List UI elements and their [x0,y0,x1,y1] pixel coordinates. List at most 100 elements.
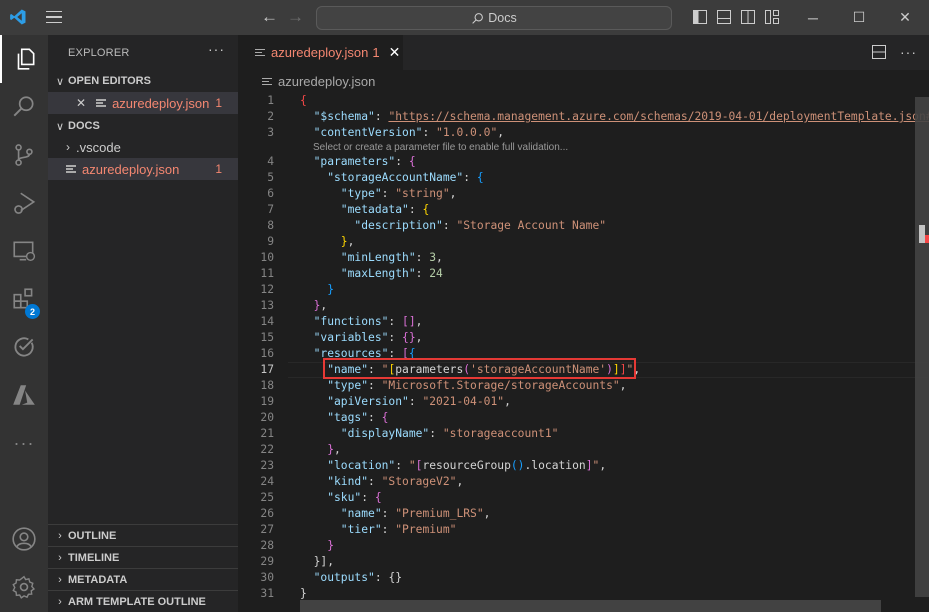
code-line[interactable]: 16 "resources": [{ [238,346,929,362]
code-line[interactable]: 27 "tier": "Premium" [238,522,929,538]
line-number: 6 [267,187,274,200]
toggle-secondary-sidebar-icon[interactable] [741,10,755,24]
line-number: 18 [260,379,274,392]
line-number: 17 [260,363,274,376]
code-token: : [388,331,403,344]
code-token: : [381,523,396,536]
code-line[interactable]: 30 "outputs": {} [238,570,929,586]
extensions-activity[interactable]: 2 [0,275,48,323]
code-token: { [476,171,484,184]
explorer-activity[interactable] [0,35,48,83]
activity-bar: 2 ··· [0,35,48,612]
testing-icon [14,337,34,357]
code-token: , [633,363,641,376]
maximize-button[interactable]: ☐ [836,0,882,35]
code-line[interactable]: 17 "name": "[parameters('storageAccountN… [238,362,929,378]
metadata-section[interactable]: › METADATA [48,568,238,590]
code-line[interactable]: 22 }, [238,442,929,458]
line-content: "storageAccountName": { [300,170,484,186]
vscode-folder-item[interactable]: › .vscode [48,136,238,158]
manage-activity[interactable] [0,563,48,611]
code-line[interactable]: 8 "description": "Storage Account Name" [238,218,929,234]
arm-template-outline-section[interactable]: › ARM TEMPLATE OUTLINE [48,590,238,612]
code-line[interactable]: 2 "$schema": "https://schema.management.… [238,109,929,125]
code-token: , [415,315,423,328]
code-line[interactable]: 24 "kind": "StorageV2", [238,474,929,490]
azure-activity[interactable] [0,371,48,419]
search-activity[interactable] [0,83,48,131]
vertical-scrollbar[interactable] [915,97,929,597]
close-window-button[interactable]: ✕ [882,0,928,35]
open-editor-item[interactable]: ✕ azuredeploy.json 1 [48,92,238,114]
back-arrow-icon[interactable]: ← [261,7,278,27]
code-line[interactable]: 9 }, [238,234,929,250]
code-token: : [368,411,382,424]
outline-section[interactable]: › OUTLINE [48,524,238,546]
code-token: , [347,235,355,248]
forward-arrow-icon[interactable]: → [287,7,304,27]
line-content: "functions": [], [300,314,423,330]
code-line[interactable]: 20 "tags": { [238,410,929,426]
explorer-more-actions[interactable]: ··· [208,41,225,57]
problem-count: 1 [215,96,222,110]
code-line[interactable]: 10 "minLength": 3, [238,250,929,266]
code-line[interactable]: 15 "variables": {}, [238,330,929,346]
line-number: 23 [260,459,274,472]
command-center-search[interactable]: Docs [316,6,672,30]
code-token: , [599,459,607,472]
code-token: : [374,571,389,584]
code-line[interactable]: 14 "functions": [], [238,314,929,330]
code-line[interactable]: 18 "type": "Microsoft.Storage/storageAcc… [238,378,929,394]
timeline-section[interactable]: › TIMELINE [48,546,238,568]
chevron-right-icon: › [58,595,62,608]
search-text: Docs [488,11,517,25]
code-line[interactable]: 23 "location": "[resourceGroup().locatio… [238,458,929,474]
code-line[interactable]: 25 "sku": { [238,490,929,506]
split-editor-icon[interactable] [872,45,886,59]
testing-activity[interactable] [0,323,48,371]
code-token: "functions" [300,315,389,328]
code-editor[interactable]: 1{2 "$schema": "https://schema.managemen… [238,93,929,602]
docs-folder-section[interactable]: ∨ DOCS [48,115,238,137]
code-token: "Microsoft.Storage/storageAccounts" [381,379,620,392]
code-line[interactable]: 19 "apiVersion": "2021-04-01", [238,394,929,410]
tab-azuredeploy[interactable]: azuredeploy.json 1 ✕ [238,35,403,70]
source-control-activity[interactable] [0,131,48,179]
code-line[interactable]: 26 "name": "Premium_LRS", [238,506,929,522]
code-line[interactable]: 21 "displayName": "storageaccount1" [238,426,929,442]
accounts-activity[interactable] [0,515,48,563]
breadcrumb[interactable]: azuredeploy.json [262,74,375,89]
code-line[interactable]: 29 }], [238,554,929,570]
code-line[interactable]: 5 "storageAccountName": { [238,170,929,186]
toggle-panel-icon[interactable] [717,10,731,24]
menu-icon[interactable] [46,11,62,24]
code-line[interactable]: 13 }, [238,298,929,314]
code-token: } [300,283,335,296]
line-number: 31 [260,587,274,600]
open-editors-section[interactable]: ∨ OPEN EDITORS [48,70,238,92]
code-line[interactable]: 12 } [238,282,929,298]
code-line[interactable]: 1{ [238,93,929,109]
run-debug-activity[interactable] [0,179,48,227]
code-line[interactable]: 7 "metadata": { [238,202,929,218]
horizontal-scrollbar[interactable] [300,600,881,612]
code-token: "kind" [300,475,369,488]
code-token: : [415,251,430,264]
more-actions-icon[interactable]: ··· [900,44,917,60]
code-token: } [300,587,307,600]
toggle-primary-sidebar-icon[interactable] [693,10,707,24]
more-activity-icon[interactable]: ··· [0,419,48,467]
remote-explorer-activity[interactable] [0,227,48,275]
code-line[interactable]: 4 "parameters": { [238,154,929,170]
minimize-button[interactable]: ─ [790,0,836,35]
customize-layout-icon[interactable] [765,10,779,24]
code-line[interactable]: 11 "maxLength": 24 [238,266,929,282]
code-line[interactable]: 3 "contentVersion": "1.0.0.0", [238,125,929,141]
code-token: 24 [429,267,443,280]
close-tab-icon[interactable]: ✕ [389,44,401,61]
parameter-file-hint[interactable]: Select or create a parameter file to ena… [238,141,929,154]
code-line[interactable]: 28 } [238,538,929,554]
close-editor-icon[interactable]: ✕ [76,96,86,110]
code-line[interactable]: 6 "type": "string", [238,186,929,202]
azuredeploy-file-item[interactable]: azuredeploy.json 1 [48,158,238,180]
